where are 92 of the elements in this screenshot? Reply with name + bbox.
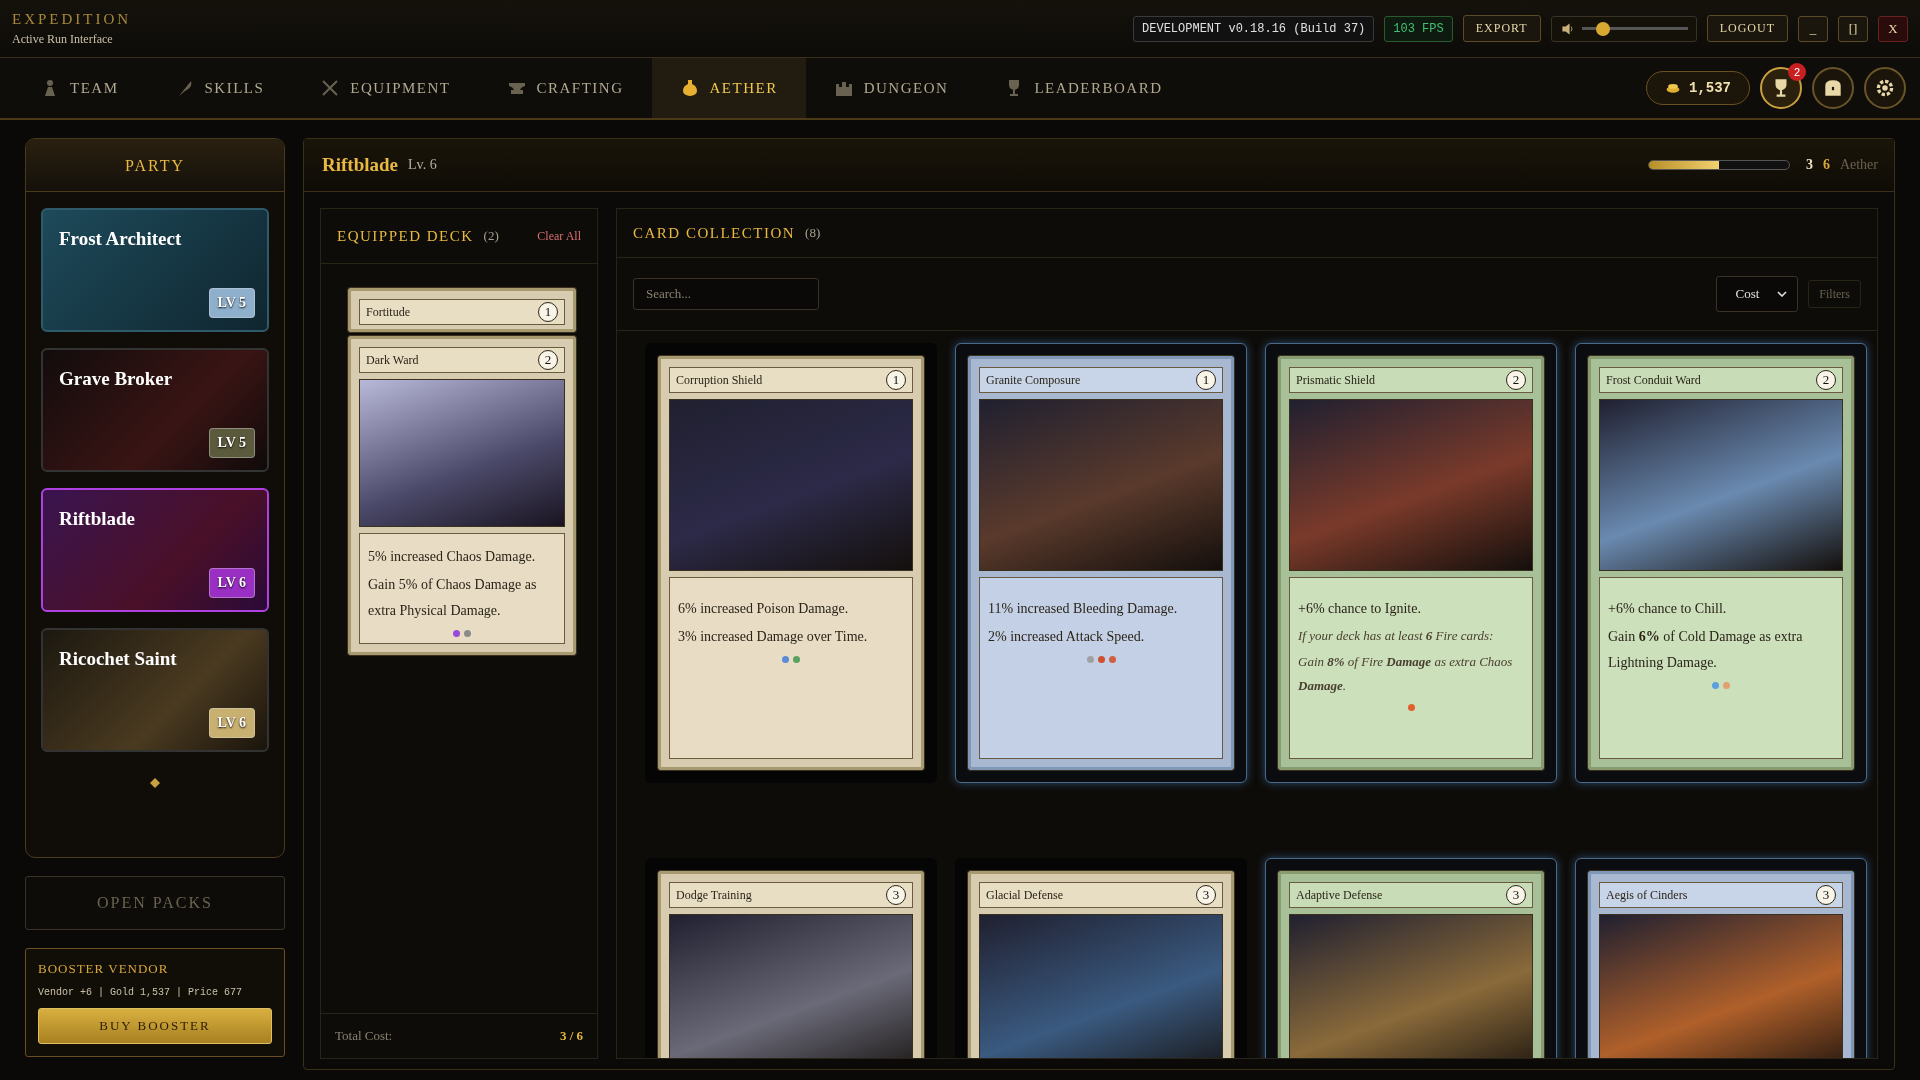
card-cost: 1 [1196,370,1216,390]
nav-tab[interactable]: AETHER [651,58,806,118]
level-badge: LV 5 [208,288,255,318]
volume-thumb[interactable] [1595,21,1610,36]
aether-label: Aether [1839,157,1878,173]
currency-amount: 1,537 [1689,80,1731,96]
nav-tab[interactable]: SKILLS [146,58,293,118]
vendor-info: Vendor +6 | Gold 1,537 | Price 677 [38,986,244,1000]
card-cost: 3 [1196,885,1216,905]
nav-tab[interactable]: TEAM [12,58,147,118]
card-slot[interactable]: Frost Conduit Ward 2 +6% chance to Chill. Gain 6% of Cold Damage as extra Lightning Damage. [1575,343,1867,783]
notification-badge: 2 [1788,63,1806,81]
card-slot[interactable]: Aegis of Cinders 3 [1575,858,1867,1058]
card-effect-text: Gain 8% of Fire Damage as extra Chaos Damage. [1298,653,1514,695]
card-effect-text: Gain 5% of Chaos Damage as extra Physical Damage. [368,576,538,620]
card-cost: 2 [1816,370,1836,390]
sort-dropdown[interactable]: Cost [1716,276,1799,312]
aether-current: 3 [1805,157,1813,173]
card-title: Prismatic Shield [1296,372,1375,388]
app-subtitle: Active Run Interface [12,31,114,47]
card-cost: 2 [538,350,558,370]
card-effect-text: 6% increased Poison Damage. [678,600,850,618]
card-slot[interactable]: Adaptive Defense 3 [1265,858,1557,1058]
deck-card[interactable]: Dark Ward 2 5% increased Chaos Damage. Gain 5% of Chaos Damage as extra Physical Damage. [348,336,576,655]
card-slot[interactable]: Dodge Training 3 [645,858,937,1058]
nav-tab[interactable]: DUNGEON [805,58,977,118]
fps-counter: 103 FPS [1384,15,1453,42]
vendor-title: BOOSTER VENDOR [38,961,170,977]
card-slot[interactable]: Glacial Defense 3 [955,858,1247,1058]
nav-tab[interactable]: EQUIPMENT [292,58,479,118]
card-cost: 1 [538,302,558,322]
card-title: Dodge Training [676,887,752,903]
deck-card[interactable]: Fortitude 1 [348,288,576,332]
card-effect-text: If your deck has at least 6 Fire cards: [1298,627,1495,645]
card-title: Frost Conduit Ward [1606,372,1701,388]
level-badge: LV 6 [208,708,255,738]
clear-all-link[interactable]: Clear All [537,228,581,244]
total-cost-value: 3 / 6 [559,1028,583,1044]
card-effect-text: Gain 6% of Cold Damage as extra Lightning Damage. [1608,628,1804,672]
hero-name: Riftblade [322,154,398,176]
card-title: Granite Composure [986,372,1081,388]
card-title: Fortitude [366,304,410,320]
card-cost: 3 [886,885,906,905]
deck-count: (2) [483,228,499,244]
party-member-card[interactable]: Grave Broker LV 5 [41,348,269,472]
coin-stack-icon [1665,82,1681,94]
party-member-card[interactable]: Frost Architect LV 5 [41,208,269,332]
card-effect-text: 3% increased Damage over Time. [678,628,869,646]
chest-button[interactable] [1812,67,1854,109]
card-effect-text: 2% increased Attack Speed. [988,628,1146,646]
card-title: Aegis of Cinders [1606,887,1688,903]
party-title: PARTY [26,139,284,192]
version-label: DEVELOPMENT v0.18.16 (Build 37) [1133,15,1375,42]
card-effect-text: 5% increased Chaos Damage. [368,548,537,566]
aether-max: 6 [1822,157,1830,173]
card-cost: 3 [1506,885,1526,905]
card-effect-text: +6% chance to Ignite. [1298,600,1422,618]
diamond-ornament-icon [150,778,160,788]
settings-button[interactable] [1864,67,1906,109]
nav-tab[interactable]: CRAFTING [478,58,652,118]
buy-booster-button[interactable]: BUY BOOSTER [38,1008,272,1044]
logout-button[interactable]: LOGOUT [1706,15,1788,42]
export-button[interactable]: EXPORT [1462,15,1541,42]
level-badge: LV 6 [208,568,255,598]
nav-tab[interactable]: LEADERBOARD [976,58,1191,118]
deck-title: EQUIPPED DECK [337,227,474,245]
window-control-button[interactable]: X [1878,15,1908,42]
collection-count: (8) [805,225,821,241]
card-slot[interactable]: Prismatic Shield 2 +6% chance to Ignite. If your deck has at least 6 Fire cards: Gain 8% of Fire Damage as extra Chaos Damage. [1265,343,1557,783]
card-cost: 3 [1816,885,1836,905]
settings-icon [1874,77,1896,99]
window-control-button[interactable]: _ [1798,15,1828,42]
party-member-card[interactable]: Ricochet Saint LV 6 [41,628,269,752]
card-title: Adaptive Defense [1296,887,1383,903]
card-slot[interactable]: Corruption Shield 1 6% increased Poison Damage. 3% increased Damage over Time. [645,343,937,783]
card-title: Corruption Shield [676,372,763,388]
card-slot[interactable]: Granite Composure 1 11% increased Bleeding Damage. 2% increased Attack Speed. [955,343,1247,783]
card-effect-text: +6% chance to Chill. [1608,600,1728,618]
card-title: Glacial Defense [986,887,1063,903]
total-cost-label: Total Cost: [335,1028,393,1044]
card-effect-text: 11% increased Bleeding Damage. [988,600,1179,618]
search-field[interactable]: Search... [633,278,819,310]
card-title: Dark Ward [366,352,419,368]
app-title: EXPEDITION [12,10,132,28]
party-member-card[interactable]: Riftblade LV 6 [41,488,269,612]
window-control-button[interactable]: [] [1838,15,1868,42]
level-badge: LV 5 [208,428,255,458]
card-cost: 1 [886,370,906,390]
hero-level: Lv. 6 [408,157,437,173]
collection-title: CARD COLLECTION [633,224,796,242]
card-cost: 2 [1506,370,1526,390]
chevron-down-icon [1777,291,1788,297]
